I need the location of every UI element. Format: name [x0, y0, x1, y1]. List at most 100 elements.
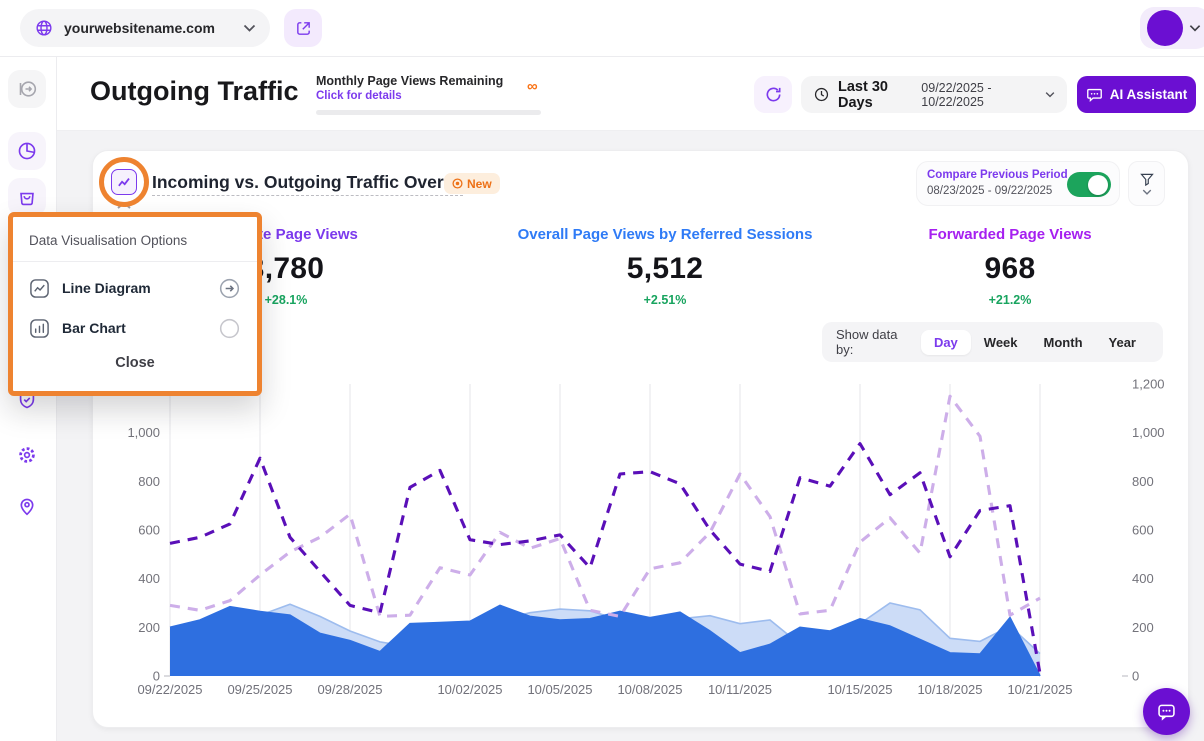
- x-axis-tick-label: 09/28/2025: [317, 682, 382, 697]
- support-chat-fab[interactable]: [1143, 688, 1190, 735]
- chat-bubble-icon: [1086, 86, 1103, 103]
- divider: [13, 261, 257, 262]
- granularity-year[interactable]: Year: [1096, 330, 1149, 355]
- show-data-by-label: Show data by:: [836, 327, 909, 357]
- chat-bubble-icon: [1156, 701, 1177, 722]
- external-link-icon: [295, 20, 312, 37]
- quota-block: Monthly Page Views Remaining Click for d…: [316, 74, 546, 115]
- settings-gear-icon: [16, 444, 38, 466]
- y-axis-tick-label-left: 600: [138, 523, 160, 538]
- top-bar: yourwebsitename.com: [0, 0, 1204, 57]
- highlight-ring: [99, 157, 149, 207]
- popup-title: Data Visualisation Options: [29, 233, 187, 248]
- sidebar-item-location[interactable]: [8, 487, 46, 525]
- granularity-month[interactable]: Month: [1031, 330, 1096, 355]
- chevron-down-icon: [1045, 91, 1055, 98]
- chevron-down-icon: [1189, 24, 1201, 32]
- data-visualisation-popup: Data Visualisation Options Line Diagram: [8, 212, 262, 396]
- quota-value: ∞: [527, 78, 538, 95]
- date-range-picker[interactable]: Last 30 Days 09/22/2025 - 10/22/2025: [801, 76, 1067, 113]
- x-axis-tick-label: 10/05/2025: [527, 682, 592, 697]
- metric-forwarded-page-views: Forwarded Page Views 968 +21.2%: [928, 226, 1091, 307]
- collapse-sidebar-icon: [15, 77, 39, 101]
- range-label: Last 30 Days: [838, 79, 913, 111]
- x-axis-tick-label: 09/25/2025: [227, 682, 292, 697]
- badge-dot-icon: [452, 178, 463, 189]
- x-axis-tick-label: 10/21/2025: [1007, 682, 1072, 697]
- x-axis-tick-label: 09/22/2025: [137, 682, 202, 697]
- metric-delta: +21.2%: [928, 293, 1091, 307]
- app-window: yourwebsitename.com: [0, 0, 1204, 741]
- x-axis-tick-label: 10/15/2025: [827, 682, 892, 697]
- metric-delta: +2.51%: [518, 293, 813, 307]
- x-axis-tick-label: 10/02/2025: [437, 682, 502, 697]
- card-title: Incoming vs. Outgoing Traffic Overall: [152, 172, 463, 196]
- sidebar-collapse-toggle[interactable]: [8, 70, 46, 108]
- metric-label: Forwarded Page Views: [928, 226, 1091, 243]
- granularity-control: Show data by: Day Week Month Year: [822, 322, 1163, 362]
- quota-progress-bar: [316, 110, 541, 115]
- y-axis-tick-label-left: 1,000: [127, 425, 160, 440]
- website-name: yourwebsitename.com: [64, 20, 233, 36]
- option-label: Bar Chart: [62, 320, 206, 336]
- y-axis-tick-label-left: 800: [138, 474, 160, 489]
- x-axis-tick-label: 10/18/2025: [917, 682, 982, 697]
- chevron-down-icon: [243, 24, 256, 32]
- option-bar-chart[interactable]: Bar Chart: [13, 309, 257, 347]
- compare-previous-period: Compare Previous Period 08/23/2025 - 09/…: [916, 161, 1120, 206]
- sidebar-item-settings[interactable]: [8, 436, 46, 474]
- granularity-day[interactable]: Day: [921, 330, 971, 355]
- ai-assistant-label: AI Assistant: [1110, 87, 1188, 102]
- metric-value: 968: [928, 252, 1091, 286]
- compare-label: Compare Previous Period: [927, 169, 1068, 181]
- page-title: Outgoing Traffic: [90, 76, 299, 107]
- badge-label: New: [467, 177, 492, 191]
- sidebar-item-shopping-bag[interactable]: [8, 178, 46, 216]
- y-axis-tick-label-right: 200: [1132, 620, 1154, 635]
- sidebar-item-pie-chart[interactable]: [8, 132, 46, 170]
- website-selector[interactable]: yourwebsitename.com: [20, 9, 270, 47]
- metric-label: Overall Page Views by Referred Sessions: [518, 226, 813, 243]
- y-axis-tick-label-right: 0: [1132, 669, 1139, 684]
- open-arrow-icon: [218, 277, 241, 300]
- shopping-bag-icon: [16, 186, 38, 208]
- compare-dates: 08/23/2025 - 09/22/2025: [927, 185, 1052, 197]
- line-chart-icon: [29, 278, 50, 299]
- x-axis-tick-label: 10/08/2025: [617, 682, 682, 697]
- pie-chart-icon: [16, 140, 38, 162]
- bar-chart-icon: [29, 318, 50, 339]
- option-line-diagram[interactable]: Line Diagram: [13, 269, 257, 307]
- chevron-down-icon: [1142, 189, 1152, 195]
- quota-label: Monthly Page Views Remaining: [316, 74, 546, 88]
- avatar: [1147, 10, 1183, 46]
- y-axis-tick-label-left: 400: [138, 571, 160, 586]
- radio-unselected-icon: [218, 317, 241, 340]
- quota-details-link[interactable]: Click for details: [316, 90, 546, 102]
- y-axis-tick-label-right: 600: [1132, 523, 1154, 538]
- y-axis-tick-label-right: 1,000: [1132, 425, 1165, 440]
- clock-icon: [813, 86, 830, 103]
- metric-value: 5,512: [518, 252, 813, 286]
- x-axis-tick-label: 10/11/2025: [708, 682, 772, 697]
- new-badge: New: [444, 173, 500, 194]
- refresh-button[interactable]: [754, 76, 792, 113]
- compare-toggle[interactable]: [1067, 172, 1111, 197]
- y-axis-tick-label-right: 1,200: [1132, 377, 1165, 392]
- granularity-week[interactable]: Week: [971, 330, 1031, 355]
- y-axis-tick-label-right: 400: [1132, 571, 1154, 586]
- filter-funnel-icon: [1139, 172, 1155, 187]
- option-label: Line Diagram: [62, 280, 206, 296]
- chart-filter-button[interactable]: [1128, 161, 1165, 206]
- open-website-button[interactable]: [284, 9, 322, 47]
- y-axis-tick-label-left: 200: [138, 620, 160, 635]
- series-dashed-line: [170, 396, 1040, 616]
- globe-icon: [34, 18, 54, 38]
- popup-close-button[interactable]: Close: [13, 355, 257, 371]
- y-axis-tick-label-right: 800: [1132, 474, 1154, 489]
- metric-referred-sessions: Overall Page Views by Referred Sessions …: [518, 226, 813, 307]
- y-axis-tick-label-left: 0: [153, 669, 160, 684]
- toggle-knob: [1088, 175, 1108, 195]
- sidebar-nav: [0, 56, 57, 741]
- ai-assistant-button[interactable]: AI Assistant: [1077, 76, 1196, 113]
- account-menu[interactable]: [1140, 7, 1204, 49]
